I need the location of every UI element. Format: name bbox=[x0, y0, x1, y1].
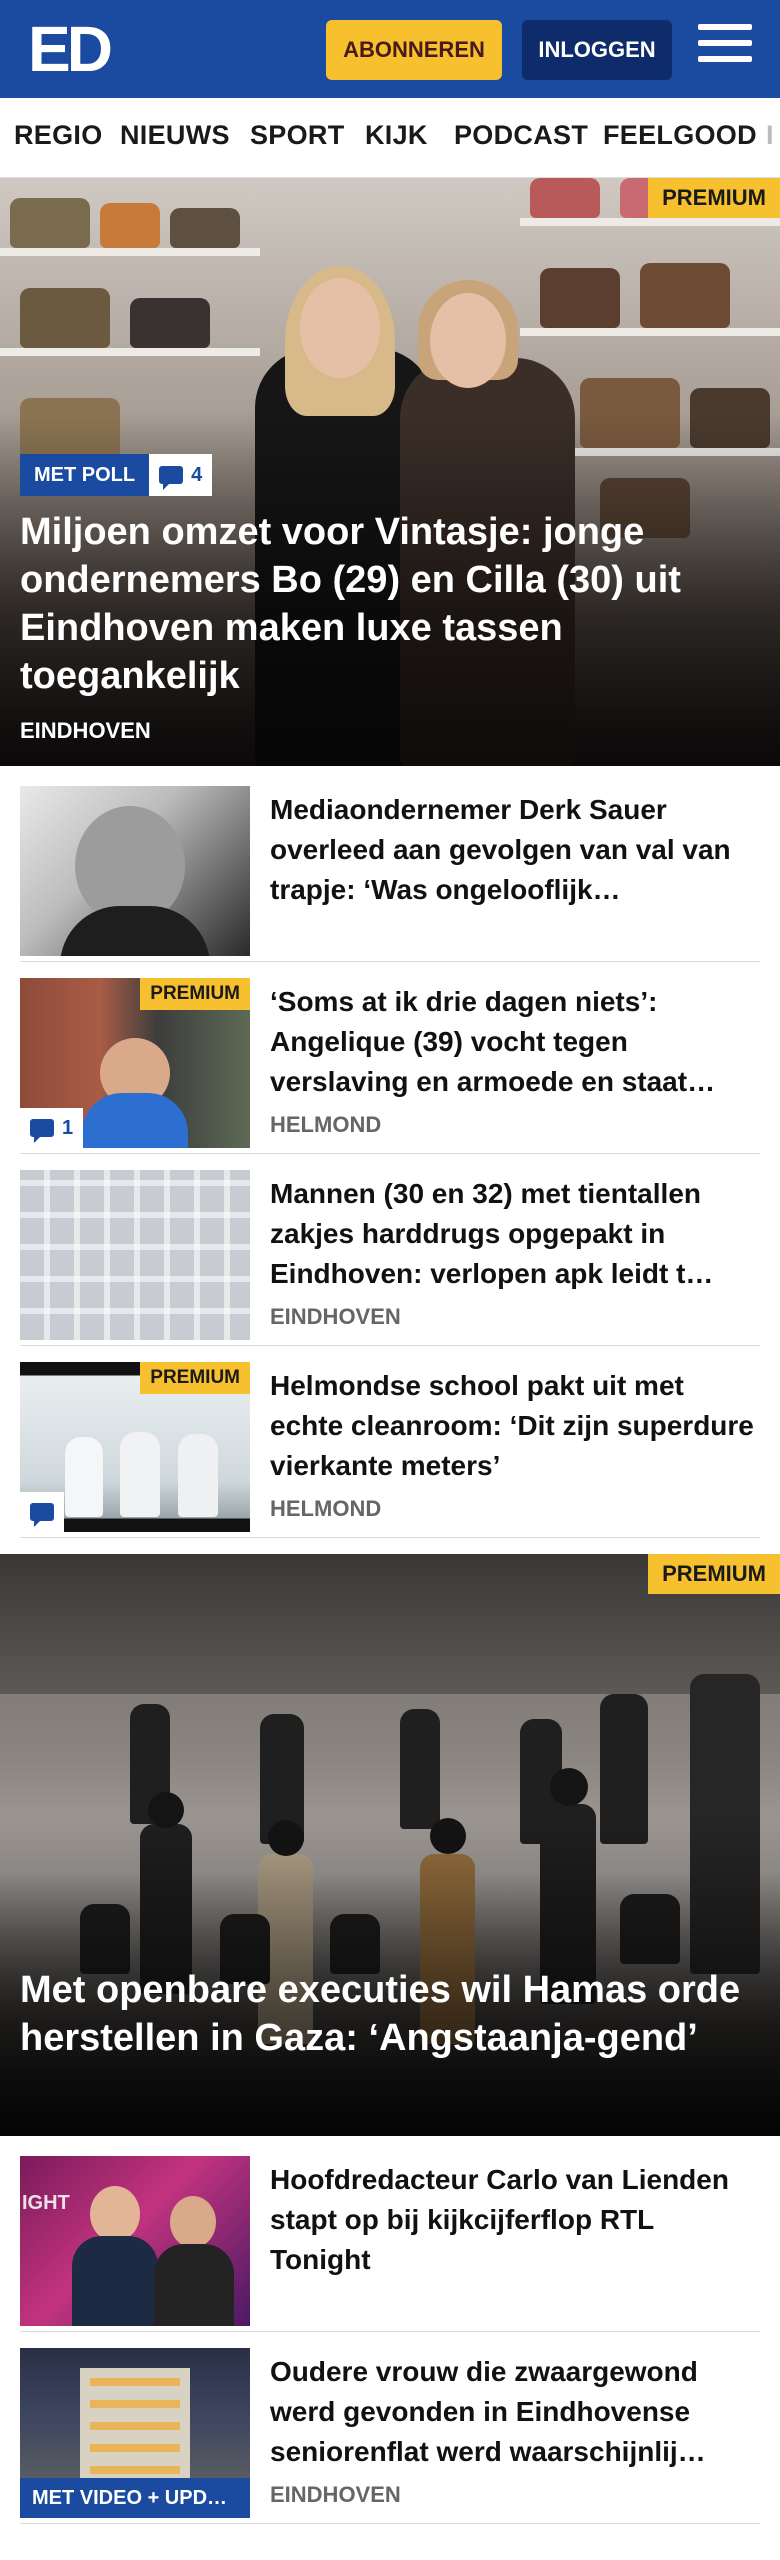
nav-item-sport[interactable]: SPORT bbox=[250, 120, 345, 151]
list-item[interactable]: PREMIUM Helmondse school pakt uit met ec… bbox=[20, 1362, 760, 1538]
article-thumbnail: PREMIUM 1 bbox=[20, 978, 250, 1148]
nav-item-regio[interactable]: REGIO bbox=[14, 120, 103, 151]
article-thumbnail: MET VIDEO + UPD… bbox=[20, 2348, 250, 2518]
premium-badge: PREMIUM bbox=[140, 978, 250, 1010]
article-location: EINDHOVEN bbox=[270, 2482, 401, 2507]
article-title[interactable]: Helmondse school pakt uit met echte clea… bbox=[270, 1366, 760, 1486]
comment-count-badge[interactable]: 1 bbox=[20, 1108, 84, 1148]
comment-count: 4 bbox=[191, 464, 203, 486]
nav-item-kijk[interactable]: KIJK bbox=[365, 120, 428, 151]
section-nav: REGIO NIEUWS SPORT KIJK PODCAST FEELGOOD… bbox=[0, 98, 780, 178]
list-item[interactable]: PREMIUM 1 ‘Soms at ik drie dagen niets’:… bbox=[20, 978, 760, 1154]
comment-icon bbox=[30, 1503, 54, 1527]
comment-count: 1 bbox=[62, 1116, 74, 1139]
article-title[interactable]: ‘Soms at ik drie dagen niets’: Angelique… bbox=[270, 982, 760, 1102]
list-item[interactable]: Mannen (30 en 32) met tientallen zakjes … bbox=[20, 1170, 760, 1346]
article-thumbnail: IGHT bbox=[20, 2156, 250, 2326]
nav-item-podcast[interactable]: PODCAST bbox=[454, 120, 588, 151]
featured-title[interactable]: Met openbare executies wil Hamas orde he… bbox=[20, 1966, 760, 2062]
hamburger-menu-icon[interactable] bbox=[698, 24, 752, 72]
article-title[interactable]: Mannen (30 en 32) met tientallen zakjes … bbox=[270, 1174, 760, 1294]
hero-title[interactable]: Miljoen omzet voor Vintasje: jonge onder… bbox=[20, 508, 760, 700]
article-thumbnail: PREMIUM bbox=[20, 1362, 250, 1532]
poll-label: MET POLL bbox=[20, 454, 150, 496]
article-location: EINDHOVEN bbox=[270, 1304, 401, 1329]
premium-badge: PREMIUM bbox=[648, 178, 780, 218]
featured-article[interactable]: PREMIUM Met openbare executies wil Hamas… bbox=[0, 1554, 780, 2136]
subscribe-button[interactable]: ABONNEREN bbox=[326, 20, 502, 80]
comment-badge[interactable] bbox=[20, 1492, 64, 1532]
hero-location: EINDHOVEN bbox=[20, 718, 151, 743]
premium-badge: PREMIUM bbox=[648, 1554, 780, 1594]
nav-item-feelgood[interactable]: FEELGOOD bbox=[603, 120, 757, 151]
login-button[interactable]: INLOGGEN bbox=[522, 20, 672, 80]
site-logo[interactable]: ED bbox=[28, 17, 118, 81]
article-title[interactable]: Oudere vrouw die zwaargewond werd gevond… bbox=[270, 2352, 760, 2472]
comment-icon bbox=[30, 1119, 54, 1143]
article-thumbnail bbox=[20, 786, 250, 956]
article-thumbnail bbox=[20, 1170, 250, 1340]
list-item[interactable]: IGHT Hoofdredacteur Carlo van Lienden st… bbox=[20, 2156, 760, 2332]
comment-icon bbox=[159, 466, 184, 490]
poll-badge: MET POLL 4 bbox=[20, 454, 213, 496]
premium-badge: PREMIUM bbox=[140, 1362, 250, 1394]
video-update-tag: MET VIDEO + UPD… bbox=[20, 2478, 250, 2518]
hero-article[interactable]: PREMIUM MET POLL 4 Miljoen omzet voor Vi… bbox=[0, 178, 780, 766]
article-title[interactable]: Hoofdredacteur Carlo van Lienden stapt o… bbox=[270, 2160, 760, 2280]
list-item[interactable]: Mediaondernemer Derk Sauer overleed aan … bbox=[20, 786, 760, 962]
nav-item-more[interactable]: I bbox=[766, 120, 774, 151]
list-item[interactable]: MET VIDEO + UPD… Oudere vrouw die zwaarg… bbox=[20, 2348, 760, 2524]
article-location: HELMOND bbox=[270, 1496, 382, 1521]
top-bar: ED ABONNEREN INLOGGEN bbox=[0, 0, 780, 98]
article-location: HELMOND bbox=[270, 1112, 382, 1137]
thumbnail-caption: IGHT bbox=[22, 2192, 70, 2214]
comment-count-badge[interactable]: 4 bbox=[149, 454, 213, 496]
nav-item-nieuws[interactable]: NIEUWS bbox=[120, 120, 230, 151]
article-title[interactable]: Mediaondernemer Derk Sauer overleed aan … bbox=[270, 790, 760, 910]
